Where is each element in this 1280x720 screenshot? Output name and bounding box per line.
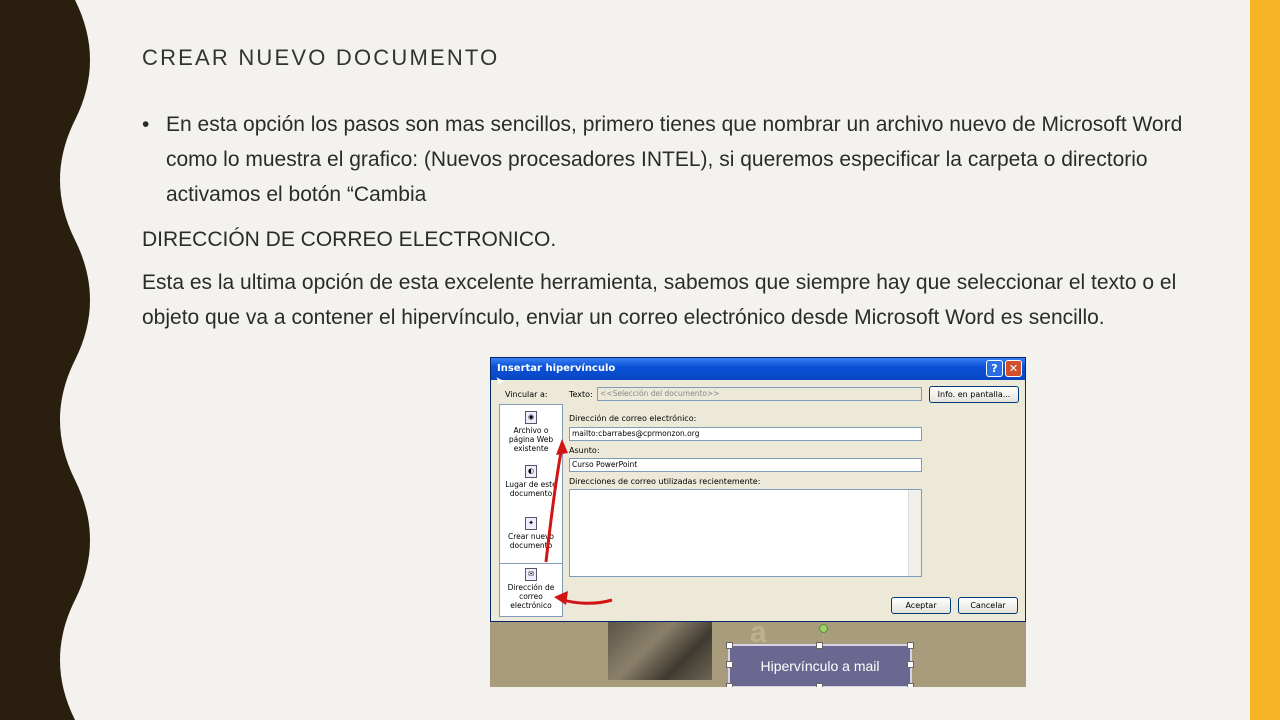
annotation-arrows (544, 439, 613, 605)
dialog-screenshot: a Hipervínculo a mail Insertar hipervínc… (490, 357, 1026, 687)
bullet-paragraph: • En esta opción los pasos son mas senci… (142, 107, 1186, 212)
bullet-text: En esta opción los pasos son mas sencill… (166, 113, 1183, 206)
section-paragraph: Esta es la ultima opción de esta excelen… (142, 271, 1177, 329)
section-heading: DIRECCIÓN DE CORREO ELECTRONICO. (142, 228, 557, 251)
bullet-dot: • (142, 113, 150, 136)
slide-title: CREAR NUEVO DOCUMENTO (142, 45, 500, 70)
decorative-wave-border (0, 0, 90, 720)
accent-bar (1250, 0, 1280, 720)
